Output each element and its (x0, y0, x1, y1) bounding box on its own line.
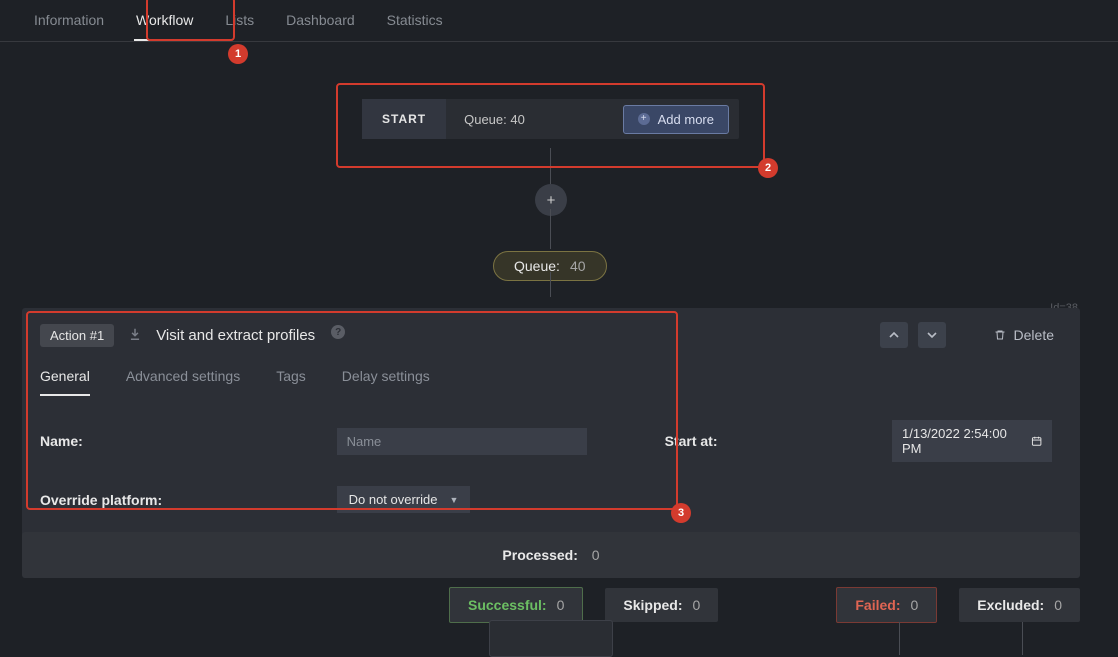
successful-label: Successful: (468, 597, 547, 613)
start-node: START Queue: 40 + Add more (362, 99, 739, 139)
add-more-button[interactable]: + Add more (623, 105, 729, 134)
action-sub-tabs: General Advanced settings Tags Delay set… (22, 356, 1080, 396)
action-form: Name: Start at: 1/13/2022 2:54:00 PM Ove… (22, 396, 1080, 539)
calendar-icon (1031, 435, 1042, 447)
annotation-badge-3: 3 (671, 503, 691, 523)
action-panel: Action #1 Visit and extract profiles ? D… (22, 308, 1080, 539)
override-platform-select[interactable]: Do not override ▼ (337, 486, 471, 513)
start-label: START (362, 99, 446, 139)
skipped-value: 0 (693, 597, 701, 613)
failed-label: Failed: (855, 597, 900, 613)
connector-line (1022, 622, 1023, 655)
start-at-field[interactable]: 1/13/2022 2:54:00 PM (892, 420, 1052, 462)
plus-circle-icon: + (638, 113, 650, 125)
action-title: Visit and extract profiles (156, 327, 315, 344)
move-up-button[interactable] (880, 322, 908, 348)
sub-tab-general[interactable]: General (40, 362, 90, 396)
override-platform-value: Do not override (349, 492, 438, 507)
status-failed[interactable]: Failed: 0 (836, 587, 937, 623)
move-down-button[interactable] (918, 322, 946, 348)
connector-line (550, 148, 551, 188)
successful-value: 0 (557, 597, 565, 613)
processed-bar: Processed: 0 (22, 532, 1080, 578)
delete-label: Delete (1014, 327, 1054, 343)
help-icon[interactable]: ? (331, 325, 345, 339)
status-skipped[interactable]: Skipped: 0 (605, 588, 718, 622)
nav-item-workflow[interactable]: Workflow (134, 6, 195, 41)
workflow-canvas: START Queue: 40 + Add more + Queue: 40 I… (0, 42, 1118, 647)
annotation-badge-1: 1 (228, 44, 248, 64)
override-platform-label: Override platform: (40, 492, 323, 508)
start-at-value: 1/13/2022 2:54:00 PM (902, 426, 1023, 456)
connector-line (550, 209, 551, 249)
annotation-badge-2: 2 (758, 158, 778, 178)
top-nav: Information Workflow Lists Dashboard Sta… (0, 0, 1118, 42)
name-label: Name: (40, 433, 323, 449)
processed-value: 0 (592, 547, 600, 563)
sub-tab-advanced[interactable]: Advanced settings (126, 362, 240, 396)
excluded-value: 0 (1054, 597, 1062, 613)
nav-item-lists[interactable]: Lists (223, 6, 256, 41)
sub-tab-delay[interactable]: Delay settings (342, 362, 430, 396)
name-input[interactable] (337, 428, 587, 455)
start-at-label: Start at: (665, 433, 878, 449)
nav-item-statistics[interactable]: Statistics (385, 6, 445, 41)
action-header: Action #1 Visit and extract profiles ? D… (22, 308, 1080, 356)
queue-node-label: Queue: (514, 258, 560, 274)
status-successful[interactable]: Successful: 0 (449, 587, 583, 623)
node-stub[interactable] (489, 620, 613, 657)
connector-line (899, 622, 900, 655)
nav-item-information[interactable]: Information (32, 6, 106, 41)
sub-tab-tags[interactable]: Tags (276, 362, 306, 396)
status-excluded[interactable]: Excluded: 0 (959, 588, 1080, 622)
chevron-down-icon: ▼ (450, 495, 459, 505)
queue-node-count: 40 (570, 258, 586, 274)
processed-label: Processed: (502, 547, 577, 563)
status-row: Successful: 0 Skipped: 0 Failed: 0 Exclu… (22, 587, 1080, 623)
start-queue-text: Queue: 40 (446, 112, 623, 127)
add-more-label: Add more (658, 112, 714, 127)
failed-value: 0 (911, 597, 919, 613)
delete-button[interactable]: Delete (986, 323, 1062, 347)
excluded-label: Excluded: (977, 597, 1044, 613)
connector-line (550, 272, 551, 297)
action-number-badge: Action #1 (40, 324, 114, 347)
skipped-label: Skipped: (623, 597, 682, 613)
nav-item-dashboard[interactable]: Dashboard (284, 6, 357, 41)
add-node-button[interactable]: + (535, 184, 567, 216)
download-icon[interactable] (128, 327, 142, 344)
